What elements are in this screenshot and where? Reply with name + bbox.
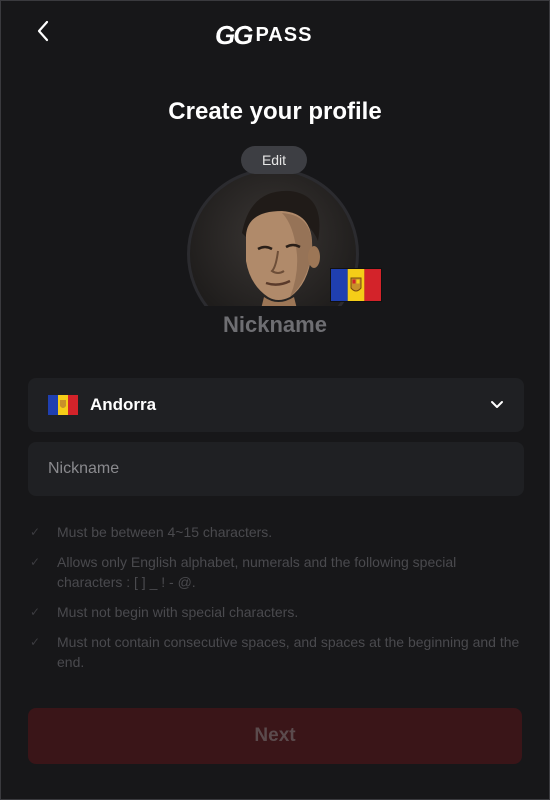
nickname-rules: ✓ Must be between 4~15 characters. ✓ All… <box>30 522 520 682</box>
logo-pass-text: PASS <box>255 23 313 46</box>
rule-text: Must not contain consecutive spaces, and… <box>57 634 520 670</box>
back-button[interactable] <box>30 18 56 44</box>
next-button[interactable]: Next <box>28 708 522 764</box>
page-title: Create your profile <box>168 98 382 125</box>
andorra-flag-icon <box>48 395 78 415</box>
rule-item: ✓ Must not contain consecutive spaces, a… <box>30 632 520 672</box>
country-select[interactable]: Andorra <box>28 378 524 432</box>
nickname-display: Nickname <box>223 312 327 337</box>
rule-item: ✓ Must not begin with special characters… <box>30 602 520 622</box>
ggpass-logo: GG PASS <box>215 18 335 52</box>
nickname-input[interactable] <box>28 442 524 496</box>
country-select-value: Andorra <box>90 395 157 414</box>
chevron-left-icon <box>37 20 49 42</box>
edit-avatar-button[interactable]: Edit <box>241 146 307 174</box>
check-icon: ✓ <box>30 555 41 569</box>
check-icon: ✓ <box>30 605 41 619</box>
rule-text: Allows only English alphabet, numerals a… <box>57 554 457 590</box>
rule-item: ✓ Must be between 4~15 characters. <box>30 522 520 542</box>
andorra-flag-icon <box>330 268 382 302</box>
check-icon: ✓ <box>30 525 41 539</box>
check-icon: ✓ <box>30 635 41 649</box>
rule-text: Must not begin with special characters. <box>57 604 299 620</box>
rule-text: Must be between 4~15 characters. <box>57 524 273 540</box>
chevron-down-icon <box>491 401 503 408</box>
rule-item: ✓ Allows only English alphabet, numerals… <box>30 552 520 592</box>
logo-gg-text: GG <box>215 19 253 50</box>
